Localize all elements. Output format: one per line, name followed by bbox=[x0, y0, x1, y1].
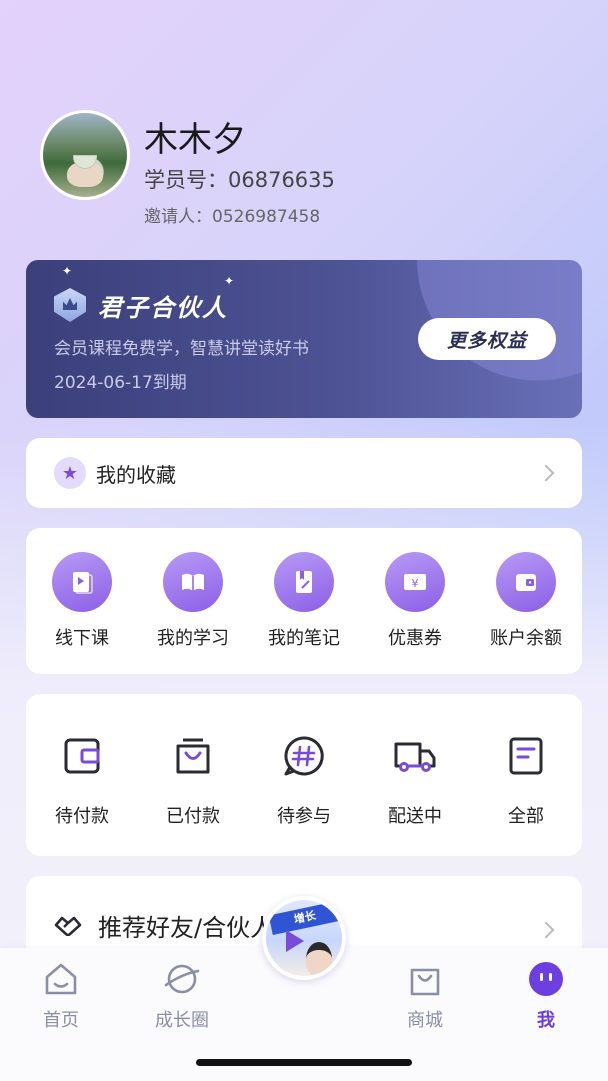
video-thumbnail: 增长 bbox=[266, 900, 342, 976]
sparkle-icon: ✦ bbox=[62, 264, 73, 278]
student-number: 学员号：06876635 bbox=[144, 168, 335, 192]
order-all[interactable]: 全部 bbox=[476, 734, 576, 828]
sparkle-icon: ✦ bbox=[224, 274, 235, 288]
recommend-label: 推荐好友/合伙人 bbox=[98, 914, 275, 942]
order-label: 已付款 bbox=[166, 806, 220, 827]
tab-me[interactable]: 我 bbox=[496, 960, 596, 1032]
chevron-right-icon bbox=[537, 464, 555, 482]
bag-icon bbox=[410, 968, 440, 996]
crown-badge-icon bbox=[54, 288, 86, 322]
star-icon: ★ bbox=[54, 457, 86, 489]
tab-label: 商城 bbox=[407, 1010, 443, 1031]
orders-panel: 待付款 已付款 待参与 配送中 全部 bbox=[26, 694, 582, 856]
order-label: 待参与 bbox=[277, 806, 331, 827]
handshake-icon bbox=[54, 916, 82, 936]
tool-coupons[interactable]: ¥ 优惠券 bbox=[365, 552, 465, 650]
vip-description: 会员课程免费学，智慧讲堂读好书 bbox=[54, 339, 309, 359]
center-video-button[interactable]: 增长 bbox=[262, 896, 346, 980]
wallet-icon bbox=[496, 552, 556, 612]
order-pending-payment[interactable]: 待付款 bbox=[32, 734, 132, 828]
tool-label: 线下课 bbox=[55, 628, 109, 649]
document-list-icon bbox=[509, 737, 543, 775]
delivery-truck-icon bbox=[394, 742, 436, 772]
favorites-label: 我的收藏 bbox=[96, 462, 176, 487]
open-book-icon bbox=[163, 552, 223, 612]
order-label: 待付款 bbox=[55, 806, 109, 827]
growth-banner: 增长 bbox=[268, 900, 342, 936]
video-lesson-icon bbox=[52, 552, 112, 612]
more-benefits-button[interactable]: 更多权益 bbox=[418, 318, 556, 360]
home-icon bbox=[45, 963, 77, 995]
presenter-portrait bbox=[306, 942, 332, 976]
tool-label: 账户余额 bbox=[490, 628, 562, 649]
favorites-row[interactable]: ★ 我的收藏 bbox=[26, 438, 582, 508]
tool-label: 优惠券 bbox=[388, 628, 442, 649]
order-to-join[interactable]: 待参与 bbox=[254, 734, 354, 828]
tab-label: 成长圈 bbox=[155, 1010, 209, 1031]
inviter-info: 邀请人：0526987458 bbox=[144, 207, 321, 227]
tab-home[interactable]: 首页 bbox=[11, 960, 111, 1032]
profile-header: 木木夕 学员号：06876635 邀请人：0526987458 bbox=[40, 110, 580, 230]
notebook-pen-icon bbox=[274, 552, 334, 612]
tab-label: 首页 bbox=[43, 1010, 79, 1031]
avatar[interactable] bbox=[40, 110, 130, 200]
planet-icon bbox=[164, 964, 200, 994]
vip-partner-card[interactable]: ✦ ✦ 君子合伙人 会员课程免费学，智慧讲堂读好书 2024-06-17到期 更… bbox=[26, 260, 582, 418]
tool-my-notes[interactable]: 我的笔记 bbox=[254, 552, 354, 650]
tool-label: 我的笔记 bbox=[268, 628, 340, 649]
order-label: 全部 bbox=[508, 806, 544, 827]
user-name: 木木夕 bbox=[144, 120, 246, 160]
home-indicator bbox=[196, 1059, 412, 1066]
shopping-bag-icon bbox=[176, 738, 210, 774]
tab-label: 我 bbox=[537, 1010, 555, 1031]
order-paid[interactable]: 已付款 bbox=[143, 734, 243, 828]
tab-mall[interactable]: 商城 bbox=[375, 960, 475, 1032]
play-icon bbox=[286, 930, 304, 952]
tool-account-balance[interactable]: 账户余额 bbox=[476, 552, 576, 650]
chevron-right-icon bbox=[537, 921, 555, 939]
tool-offline-course[interactable]: 线下课 bbox=[32, 552, 132, 650]
coupon-icon: ¥ bbox=[385, 552, 445, 612]
tool-label: 我的学习 bbox=[157, 628, 229, 649]
profile-face-icon bbox=[529, 962, 563, 996]
wallet-outline-icon bbox=[64, 738, 100, 774]
hashtag-bubble-icon bbox=[284, 736, 324, 776]
tools-panel: 线下课 我的学习 我的笔记 ¥ 优惠券 账户余额 bbox=[26, 528, 582, 674]
vip-title: 君子合伙人 bbox=[98, 294, 228, 322]
tool-my-learning[interactable]: 我的学习 bbox=[143, 552, 243, 650]
order-label: 配送中 bbox=[388, 806, 442, 827]
order-shipping[interactable]: 配送中 bbox=[365, 734, 465, 828]
vip-expire-date: 2024-06-17到期 bbox=[54, 373, 187, 393]
svg-text:¥: ¥ bbox=[412, 577, 419, 590]
tab-growth-circle[interactable]: 成长圈 bbox=[132, 960, 232, 1032]
